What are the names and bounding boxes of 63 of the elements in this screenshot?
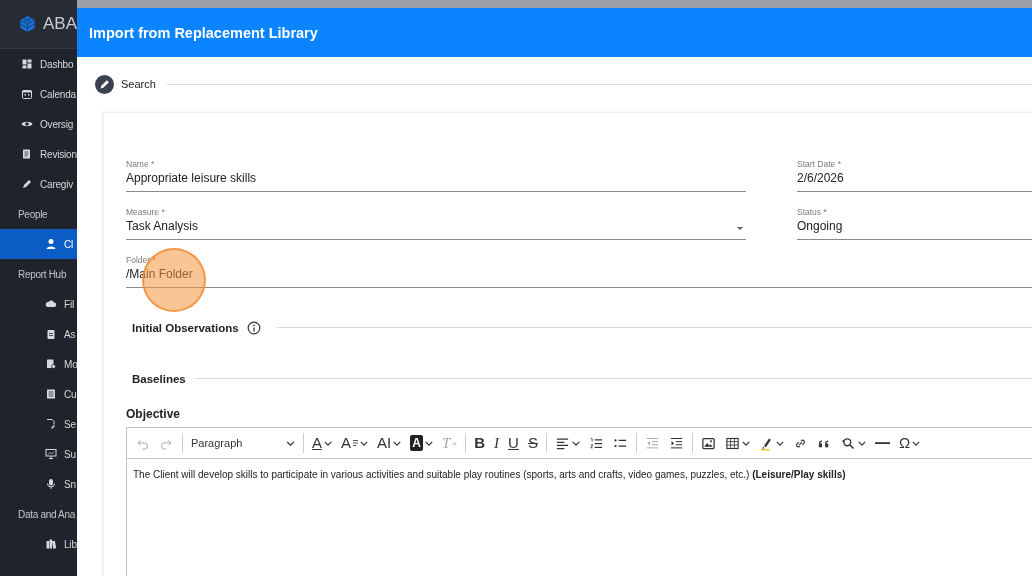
sidebar-item[interactable]: Revision	[0, 139, 77, 169]
paragraph-select[interactable]: Paragraph	[187, 430, 299, 456]
brand-name: ABA	[42, 14, 77, 34]
input-field[interactable]: Status * Ongoing	[797, 206, 1032, 240]
sidebar-item[interactable]: Cl	[0, 229, 77, 259]
cloud-icon	[45, 298, 57, 310]
font-size-button[interactable]: A	[337, 430, 373, 456]
sidebar-section-label: Report Hub	[17, 267, 68, 282]
pencil-icon	[95, 74, 114, 94]
objective-label: Objective	[126, 407, 182, 421]
step-label[interactable]: Search	[121, 78, 156, 90]
highlight-color-button[interactable]: A	[406, 430, 437, 456]
horizontal-line-icon	[874, 441, 890, 445]
image-icon	[700, 435, 716, 451]
input-field[interactable]: Name * Appropriate leisure skills	[126, 158, 746, 192]
info-icon[interactable]	[246, 320, 261, 335]
caret-icon	[736, 226, 744, 231]
dashboard-icon	[21, 58, 33, 70]
pen-icon	[21, 178, 33, 190]
x-icon	[452, 439, 458, 447]
sidebar-item[interactable]: Fil	[0, 289, 77, 319]
clipboard-icon	[45, 328, 57, 340]
document-check-icon	[45, 358, 57, 370]
objective-text[interactable]: The Client will develop skills to participate in various activities and suitable play routines (sports, arts and crafts, video games, puzzles, etc.) (Leisure/Play skills)	[133, 469, 1032, 480]
sidebar-item[interactable]: Calenda	[0, 79, 77, 109]
document-icon	[45, 388, 57, 400]
numbered-list-icon	[588, 435, 604, 451]
strikethrough-button[interactable]: S	[523, 430, 542, 456]
section-title: Baselines	[132, 372, 186, 385]
sidebar-item[interactable]: Oversig	[0, 109, 77, 139]
underline-button[interactable]: U	[504, 430, 523, 456]
input-field[interactable]: Start Date * 2/6/2026	[797, 158, 1032, 192]
sidebar-item[interactable]: As	[0, 319, 77, 349]
sidebar-item[interactable]: Cu	[0, 379, 77, 409]
indent-icon	[668, 435, 684, 451]
sidebar-section-label: Data and Ana	[17, 507, 77, 522]
lines-icon	[353, 439, 359, 447]
font-family-button[interactable]: AI	[373, 430, 406, 456]
sidebar-item[interactable]: Mo	[0, 349, 77, 379]
dialog-title: Import from Replacement Library	[89, 24, 318, 41]
books-icon	[45, 538, 57, 550]
sidebar-item[interactable]: Su	[0, 439, 77, 469]
person-icon	[45, 238, 57, 250]
section-title: Initial Observations	[132, 321, 239, 334]
font-color-button[interactable]: A	[308, 430, 336, 456]
table-icon	[724, 435, 740, 451]
select-field[interactable]: Measure * Task Analysis	[126, 206, 746, 240]
italic-button[interactable]: I	[490, 430, 504, 456]
sidebar-item[interactable]: Sn	[0, 469, 77, 499]
calendar-icon	[21, 88, 33, 100]
sidebar-item[interactable]: Caregiv	[0, 169, 77, 199]
align-icon	[554, 435, 570, 451]
outdent-icon	[644, 435, 660, 451]
special-characters-button[interactable]: Ω	[894, 430, 925, 456]
document-icon	[21, 148, 33, 160]
presentation-icon	[45, 448, 57, 460]
microphone-icon	[45, 478, 57, 490]
sidebar-item[interactable]: Se	[0, 409, 77, 439]
bold-button[interactable]: B	[470, 430, 490, 456]
sidebar-item[interactable]: Dashbo	[0, 49, 77, 79]
sidebar-item[interactable]: Lib	[0, 529, 77, 559]
sidebar-section-label: People	[17, 207, 49, 222]
find-replace-icon	[840, 435, 856, 451]
